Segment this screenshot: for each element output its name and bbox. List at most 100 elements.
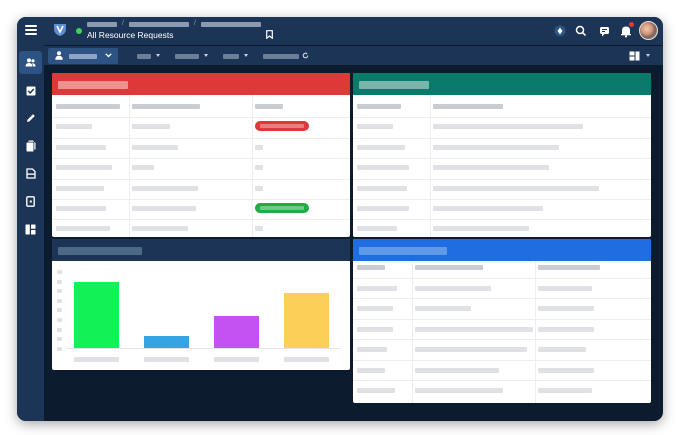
table-cell <box>415 388 503 393</box>
table-cell <box>433 124 583 130</box>
layout-icon[interactable] <box>629 51 640 61</box>
column-header <box>415 265 483 270</box>
row-divider <box>353 298 651 299</box>
table-cell <box>538 326 594 332</box>
users-icon <box>25 58 36 67</box>
table-cell <box>357 124 393 130</box>
sidebar-item-reports[interactable] <box>19 162 42 185</box>
table-cell <box>357 144 405 150</box>
column-divider <box>412 261 413 403</box>
teal-table-panel <box>353 73 651 237</box>
filter-dropdown[interactable] <box>137 54 151 59</box>
row-divider <box>353 380 651 381</box>
breadcrumb: / / <box>87 20 261 28</box>
table-cell <box>56 124 92 130</box>
sidebar-item-dashboard[interactable] <box>19 218 42 241</box>
sidebar-item-edit[interactable] <box>19 106 42 129</box>
y-tick-label <box>57 289 62 294</box>
chart-panel <box>52 239 350 370</box>
table-cell <box>415 367 499 373</box>
bookmark-icon[interactable] <box>266 30 273 39</box>
filter-dropdown[interactable] <box>223 54 239 59</box>
column-header <box>255 104 283 109</box>
avatar[interactable] <box>639 21 658 40</box>
search-icon[interactable] <box>574 24 588 38</box>
app-window: / / All Resource Requests <box>17 17 663 421</box>
row-divider <box>52 199 350 200</box>
dashboard-icon <box>25 224 36 235</box>
column-divider <box>535 261 536 403</box>
row-divider <box>353 158 651 160</box>
sidebar-item-users[interactable] <box>19 51 42 74</box>
y-tick-label <box>57 308 62 313</box>
refresh-icon[interactable] <box>302 52 309 59</box>
table-cell <box>132 124 170 130</box>
table-cell <box>538 347 586 352</box>
table-cell <box>357 206 409 211</box>
chat-icon[interactable] <box>598 24 612 38</box>
logo-icon[interactable] <box>53 23 67 37</box>
chart-bar[interactable] <box>74 282 119 348</box>
checkbox-icon <box>26 86 35 95</box>
breadcrumb-item[interactable] <box>128 21 189 27</box>
row-divider <box>52 158 350 160</box>
table-cell <box>357 367 385 373</box>
exit-icon <box>26 196 35 207</box>
table-cell <box>538 388 592 393</box>
menu-icon[interactable] <box>25 25 37 35</box>
red-table-panel <box>52 73 350 237</box>
table-cell <box>357 165 409 171</box>
table-cell <box>415 285 491 291</box>
help-icon[interactable] <box>553 24 567 38</box>
status-badge <box>255 203 309 213</box>
bar-chart <box>52 261 350 370</box>
table-cell <box>357 347 387 352</box>
column-header <box>132 104 200 109</box>
table-cell <box>415 326 533 332</box>
panel-header <box>52 73 350 95</box>
row-divider <box>353 359 651 361</box>
pencil-icon <box>26 113 35 122</box>
row-divider <box>353 137 651 139</box>
table-cell <box>357 226 397 232</box>
row-divider <box>353 199 651 200</box>
breadcrumb-item[interactable] <box>200 21 261 27</box>
plot-area <box>67 268 340 349</box>
status-dot <box>76 28 82 34</box>
table-cell <box>433 165 549 171</box>
table-cell <box>357 285 397 291</box>
refresh-filter[interactable] <box>263 54 299 59</box>
caret-down-icon <box>156 54 160 57</box>
column-header <box>433 104 503 109</box>
table-cell <box>132 206 196 211</box>
table-cell <box>56 165 112 171</box>
chart-bar[interactable] <box>284 293 329 348</box>
table-cell <box>433 185 599 191</box>
sidebar-item-documents[interactable] <box>19 134 42 157</box>
row-divider <box>353 219 651 221</box>
table-cell <box>56 144 106 150</box>
chart-bar[interactable] <box>144 336 189 348</box>
documents-icon <box>26 140 35 151</box>
row-divider <box>52 117 350 119</box>
user-filter-dropdown[interactable] <box>48 48 118 64</box>
table-cell <box>357 185 407 191</box>
table-cell <box>415 347 527 352</box>
row-divider <box>353 277 651 279</box>
sidebar-item-tasks[interactable] <box>19 79 42 102</box>
y-tick-label <box>57 327 62 332</box>
chart-bar[interactable] <box>214 316 259 348</box>
caret-down-icon[interactable] <box>646 54 650 57</box>
table-cell <box>132 226 188 232</box>
table-cell <box>56 206 106 211</box>
row-divider <box>52 178 350 180</box>
sidebar-item-exit[interactable] <box>19 190 42 213</box>
filter-dropdown[interactable] <box>175 54 199 59</box>
table-cell <box>433 144 559 150</box>
table-cell <box>255 185 263 191</box>
breadcrumb-item[interactable] <box>87 21 117 27</box>
column-header <box>357 104 401 109</box>
report-icon <box>25 168 36 179</box>
filter-toolbar <box>44 45 663 65</box>
panel-header <box>52 239 350 261</box>
